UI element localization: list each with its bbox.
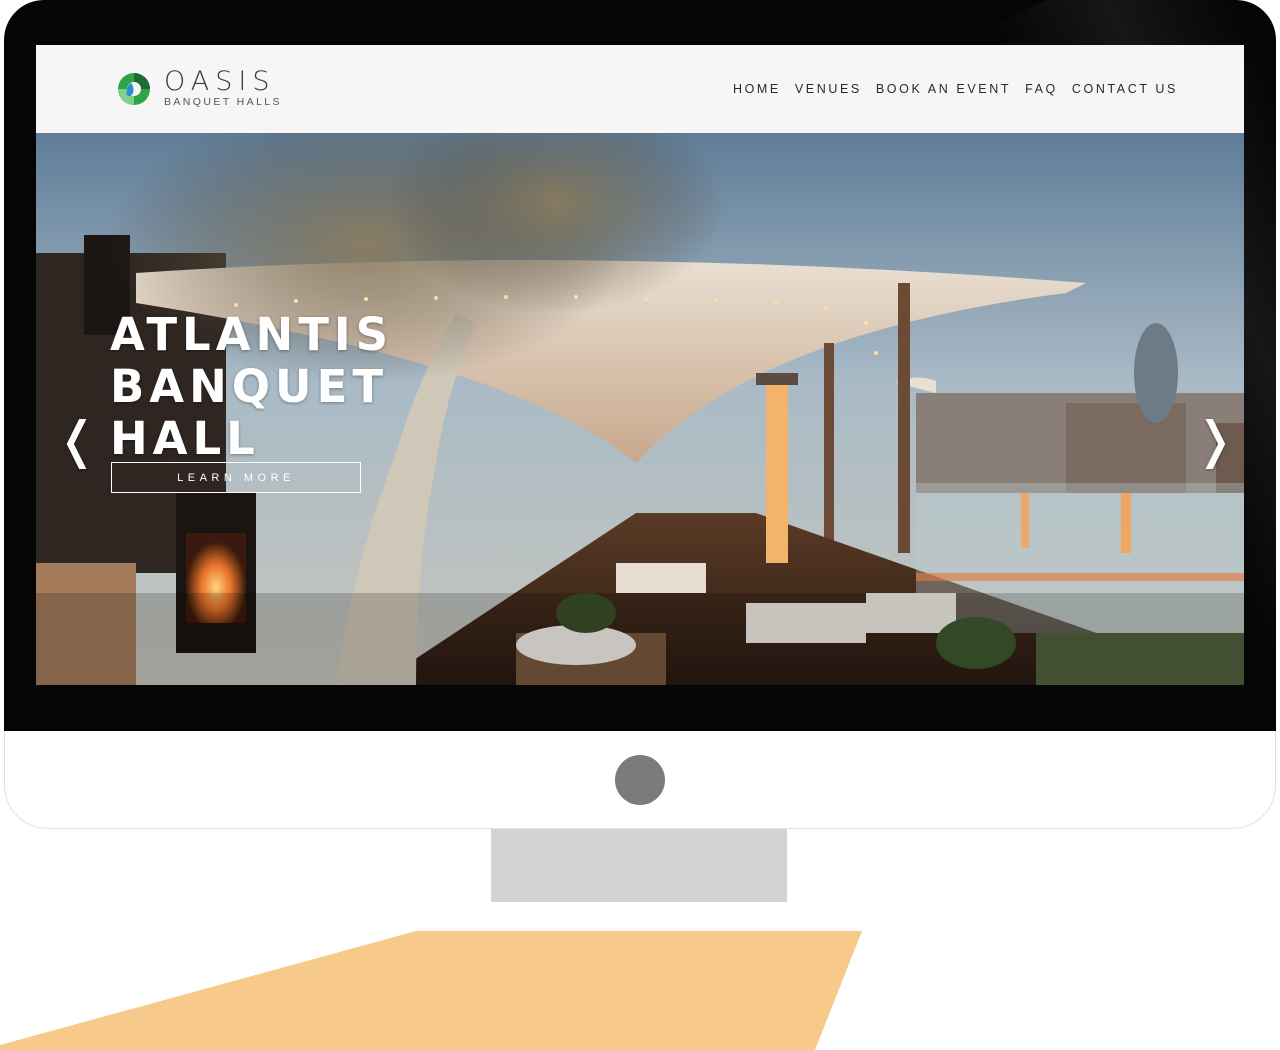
- learn-more-button[interactable]: LEARN MORE: [111, 462, 361, 493]
- swirl-drop-logo-icon: [118, 72, 150, 105]
- nav-contact-us[interactable]: CONTACT US: [1072, 82, 1178, 96]
- main-nav: HOME VENUES BOOK AN EVENT FAQ CONTACT US: [719, 82, 1178, 96]
- chevron-left-icon[interactable]: ❬: [56, 410, 98, 470]
- monitor-screen: OASIS BANQUET HALLS HOME VENUES BOOK AN …: [36, 45, 1244, 685]
- monitor-base: [0, 931, 862, 1050]
- nav-faq[interactable]: FAQ: [1025, 82, 1058, 96]
- nav-venues[interactable]: VENUES: [795, 82, 862, 96]
- monitor-button-icon: [615, 755, 665, 805]
- monitor-stand: [491, 829, 787, 902]
- brand-name: OASIS: [164, 66, 276, 97]
- chevron-right-icon[interactable]: ❭: [1194, 410, 1236, 470]
- hero-slider: ATLANTIS BANQUET HALL LEARN MORE ❬ ❭: [36, 133, 1244, 685]
- brand-tagline: BANQUET HALLS: [164, 96, 282, 108]
- site-logo[interactable]: OASIS BANQUET HALLS: [116, 66, 282, 108]
- hero-title: ATLANTIS BANQUET HALL: [110, 308, 394, 465]
- nav-home[interactable]: HOME: [733, 82, 781, 96]
- site-header: OASIS BANQUET HALLS HOME VENUES BOOK AN …: [36, 45, 1244, 133]
- nav-book-an-event[interactable]: BOOK AN EVENT: [876, 82, 1011, 96]
